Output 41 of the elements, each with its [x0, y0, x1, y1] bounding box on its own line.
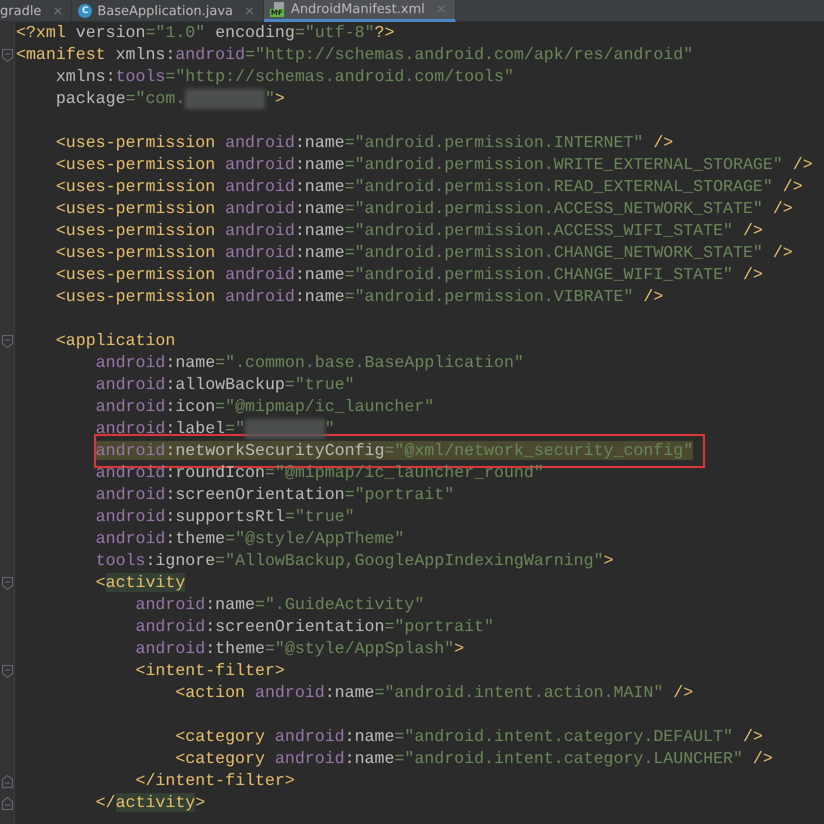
code-line: tools:ignore="AllowBackup,GoogleAppIndexingWarning"> — [96, 550, 614, 572]
code-line: <uses-permission android:name="android.permission.WRITE_EXTERNAL_STORAGE" /> — [56, 154, 813, 176]
code-line: android:theme="@style/AppSplash"> — [135, 638, 464, 660]
code-line: package="com. "> — [56, 88, 285, 110]
fold-collapse-icon[interactable] — [2, 334, 12, 348]
code-line: android:theme="@style/AppTheme" — [96, 528, 404, 550]
editor-tab[interactable]: C BaseApplication.java × — [72, 0, 264, 22]
code-line: <action android:name="android.intent.action.MAIN" /> — [175, 682, 694, 704]
code-line: <category android:name="android.intent.category.LAUNCHER" /> — [175, 748, 773, 770]
code-line: <uses-permission android:name="android.permission.VIBRATE" /> — [56, 286, 664, 308]
fold-collapse-icon[interactable] — [2, 576, 12, 590]
code-line: </activity> — [96, 792, 206, 814]
code-line: android:supportsRtl="true" — [96, 506, 355, 528]
code-line: <uses-permission android:name="android.permission.ACCESS_NETWORK_STATE" /> — [56, 198, 793, 220]
code-line: android:roundIcon="@mipmap/ic_launcher_round" — [96, 462, 544, 484]
code-line: xmlns:tools="http://schemas.android.com/tools" — [56, 66, 514, 88]
code-line: android:networkSecurityConfig="@xml/network_security_config" — [96, 440, 694, 462]
class-icon: C — [78, 4, 92, 18]
code-line: <?xml version="1.0" encoding="utf-8"?> — [16, 22, 394, 44]
code-line: android:allowBackup="true" — [96, 374, 355, 396]
code-line: android:screenOrientation="portrait" — [96, 484, 454, 506]
code-line: <uses-permission android:name="android.permission.CHANGE_NETWORK_STATE" /> — [56, 242, 793, 264]
code-line: android:icon="@mipmap/ic_launcher" — [96, 396, 434, 418]
fold-end-icon[interactable] — [2, 796, 12, 810]
fold-collapse-icon[interactable] — [2, 664, 12, 678]
code-line: <activity — [96, 572, 186, 594]
code-line: android:label=" " — [96, 418, 335, 440]
code-line: <intent-filter> — [135, 660, 285, 682]
fold-end-icon[interactable] — [2, 774, 12, 788]
code-line: <uses-permission android:name="android.permission.INTERNET" /> — [56, 132, 674, 154]
fold-collapse-icon[interactable] — [2, 48, 12, 62]
code-line: </intent-filter> — [135, 770, 295, 792]
code-line: <category android:name="android.intent.category.DEFAULT" /> — [175, 726, 763, 748]
code-line: android:screenOrientation="portrait" — [135, 616, 494, 638]
code-line: <uses-permission android:name="android.permission.READ_EXTERNAL_STORAGE" /> — [56, 176, 803, 198]
code-line: <manifest xmlns:android="http://schemas.android.com/apk/res/android" — [16, 44, 694, 66]
code-line: <uses-permission android:name="android.permission.CHANGE_WIFI_STATE" /> — [56, 264, 763, 286]
code-line: android:name=".common.base.BaseApplication" — [96, 352, 524, 374]
code-line: <uses-permission android:name="android.permission.ACCESS_WIFI_STATE" /> — [56, 220, 763, 242]
code-line: android:name=".GuideActivity" — [135, 594, 424, 616]
code-line: <application — [56, 330, 176, 352]
